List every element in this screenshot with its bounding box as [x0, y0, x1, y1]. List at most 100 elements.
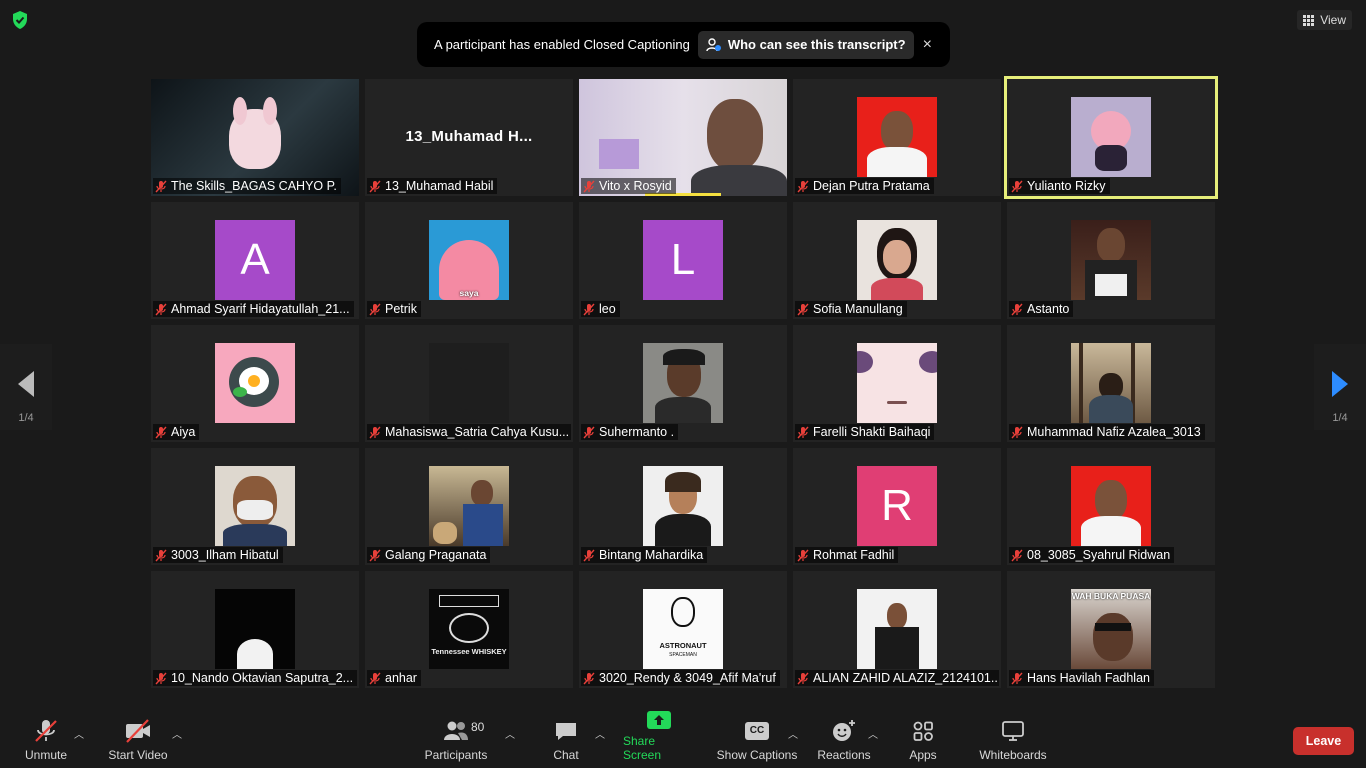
muted-mic-icon	[369, 549, 381, 562]
whiteboards-button[interactable]: Whiteboards	[976, 718, 1050, 768]
chevron-right-icon	[1332, 371, 1348, 397]
who-can-see-label: Who can see this transcript?	[727, 37, 906, 52]
participant-tile[interactable]: Bintang Mahardika	[579, 448, 787, 565]
reactions-options-chevron-icon[interactable]: ︿	[868, 726, 878, 741]
participant-tile[interactable]: A Ahmad Syarif Hidayatullah_21...	[151, 202, 359, 319]
participant-tile[interactable]: Dejan Putra Pratama	[793, 79, 1001, 196]
muted-mic-icon	[1011, 303, 1023, 316]
leave-button[interactable]: Leave	[1293, 727, 1354, 755]
participant-avatar	[429, 343, 509, 423]
muted-mic-icon	[155, 180, 167, 193]
participant-tile[interactable]: Yulianto Rizky	[1004, 76, 1218, 199]
chat-icon	[556, 723, 576, 740]
participant-tile[interactable]: Suhermanto .	[579, 325, 787, 442]
participant-tile[interactable]: The Skills_BAGAS CAHYO P.	[151, 79, 359, 196]
who-can-see-transcript-button[interactable]: Who can see this transcript?	[697, 30, 914, 59]
muted-mic-icon	[369, 180, 381, 193]
logo-subtext: SPACEMAN	[669, 652, 697, 658]
grid-icon	[1303, 14, 1315, 26]
participant-avatar: WAH BUKA PUASA	[1071, 589, 1151, 669]
muted-mic-icon	[797, 303, 809, 316]
chat-button[interactable]: Chat	[548, 718, 584, 768]
participant-name-label: Petrik	[367, 301, 421, 317]
start-video-button[interactable]: Start Video	[106, 718, 170, 768]
participant-name-label: Yulianto Rizky	[1009, 178, 1110, 194]
participant-name-label: Farelli Shakti Baihaqi	[795, 424, 935, 440]
participant-avatar: saya	[429, 220, 509, 300]
show-captions-button[interactable]: CC Show Captions	[716, 718, 798, 768]
participant-name: Mahasiswa_Satria Cahya Kusu...	[385, 425, 570, 439]
reactions-button[interactable]: Reactions	[816, 718, 872, 768]
participant-tile[interactable]: Galang Praganata	[365, 448, 573, 565]
participant-tile[interactable]: 3003_Ilham Hibatul	[151, 448, 359, 565]
participant-name-label: 08_3085_Syahrul Ridwan	[1009, 547, 1175, 563]
participant-name: Muhammad Nafiz Azalea_3013	[1027, 425, 1201, 439]
logo-text: Tennessee WHISKEY	[431, 647, 507, 656]
participant-tile[interactable]: 10_Nando Oktavian Saputra_2...	[151, 571, 359, 688]
participant-name-label: 3020_Rendy & 3049_Afif Ma'ruf	[581, 670, 780, 686]
share-screen-button[interactable]: Share Screen	[623, 711, 695, 768]
captions-options-chevron-icon[interactable]: ︿	[788, 726, 798, 741]
participant-tile[interactable]: WAH BUKA PUASA Hans Havilah Fadhlan	[1007, 571, 1215, 688]
participant-name: Petrik	[385, 302, 417, 316]
participant-name-label: anhar	[367, 670, 421, 686]
participants-label: Participants	[424, 748, 488, 762]
participant-avatar	[215, 466, 295, 546]
participant-tile[interactable]: Lleo	[579, 202, 787, 319]
whiteboard-icon	[1002, 721, 1024, 741]
chevron-left-icon	[18, 371, 34, 397]
avatar-caption: WAH BUKA PUASA	[1071, 591, 1151, 601]
participant-tile[interactable]: Vito x Rosyid	[579, 79, 787, 196]
muted-mic-icon	[583, 180, 595, 193]
muted-mic-icon	[583, 672, 595, 685]
next-page-button[interactable]: 1/4	[1314, 344, 1366, 430]
muted-mic-icon	[369, 672, 381, 685]
participant-name: Suhermanto .	[599, 425, 675, 439]
muted-mic-icon	[35, 720, 57, 742]
participant-tile[interactable]: Tennessee WHISKEY anhar	[365, 571, 573, 688]
muted-mic-icon	[155, 672, 167, 685]
participant-tile[interactable]: Astanto	[1007, 202, 1215, 319]
unmute-button[interactable]: Unmute	[22, 718, 70, 768]
participant-name: The Skills_BAGAS CAHYO P.	[171, 179, 337, 193]
close-icon[interactable]: ×	[923, 36, 932, 54]
participant-avatar: ASTRONAUT SPACEMAN	[643, 589, 723, 669]
video-off-icon	[126, 719, 150, 743]
participant-tile[interactable]: ALIAN ZAHID ALAZIZ_2124101...	[793, 571, 1001, 688]
participants-button[interactable]: 80 Participants	[424, 718, 488, 768]
participant-tile[interactable]: Sofia Manullang	[793, 202, 1001, 319]
page-indicator-right: 1/4	[1332, 412, 1348, 424]
participant-name-label: The Skills_BAGAS CAHYO P.	[153, 178, 341, 194]
reactions-smiley-icon	[833, 720, 855, 741]
participant-avatar	[1071, 220, 1151, 300]
apps-label: Apps	[909, 748, 937, 762]
previous-page-button[interactable]: 1/4	[0, 344, 52, 430]
participant-tile[interactable]: saya Petrik	[365, 202, 573, 319]
participant-tile[interactable]: 08_3085_Syahrul Ridwan	[1007, 448, 1215, 565]
encryption-shield-icon[interactable]	[10, 10, 30, 30]
audio-options-chevron-icon[interactable]: ︿	[74, 726, 84, 741]
view-button[interactable]: View	[1297, 10, 1352, 30]
chat-options-chevron-icon[interactable]: ︿	[595, 726, 605, 741]
participant-name: 13_Muhamad Habil	[385, 179, 494, 193]
participant-tile[interactable]: Aiya	[151, 325, 359, 442]
participant-tile[interactable]: Mahasiswa_Satria Cahya Kusu...	[365, 325, 573, 442]
participant-tile[interactable]: R Rohmat Fadhil	[793, 448, 1001, 565]
participant-tile[interactable]: Farelli Shakti Baihaqi	[793, 325, 1001, 442]
participant-avatar	[1071, 343, 1151, 423]
avatar-letter: L	[670, 235, 696, 284]
participant-avatar	[215, 343, 295, 423]
participant-name-label: Dejan Putra Pratama	[795, 178, 934, 194]
logo-text: ASTRONAUT	[659, 641, 707, 650]
participant-tile[interactable]: ASTRONAUT SPACEMAN 3020_Rendy & 3049_Afif …	[579, 571, 787, 688]
video-options-chevron-icon[interactable]: ︿	[172, 726, 182, 741]
muted-mic-icon	[1011, 672, 1023, 685]
participant-name-label: Sofia Manullang	[795, 301, 907, 317]
muted-mic-icon	[1011, 180, 1023, 193]
participant-tile[interactable]: 13_Muhamad H... 13_Muhamad Habil	[365, 79, 573, 196]
apps-button[interactable]: Apps	[906, 718, 940, 768]
participant-name: Rohmat Fadhil	[813, 548, 895, 562]
participant-tile[interactable]: Muhammad Nafiz Azalea_3013	[1007, 325, 1215, 442]
participants-options-chevron-icon[interactable]: ︿	[505, 726, 515, 741]
participant-name-label: Hans Havilah Fadhlan	[1009, 670, 1154, 686]
